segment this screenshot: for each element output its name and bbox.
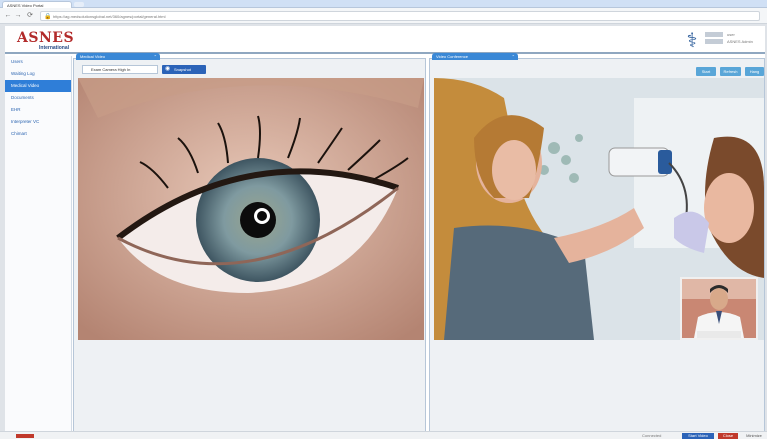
user-avatar-box	[705, 32, 723, 37]
snapshot-button[interactable]: ◉ Snapshot	[162, 65, 206, 74]
sidebar: Users Waiting Log Medical Video Documents EH…	[5, 56, 72, 434]
sidebar-item-waiting-log[interactable]: Waiting Log	[5, 68, 71, 80]
tab-label: Video Conference	[436, 54, 468, 59]
connection-status: Connected	[642, 433, 662, 438]
conference-start-button[interactable]: Start	[696, 67, 716, 76]
eye-exam-image	[78, 78, 424, 340]
doctor-illustration	[682, 279, 756, 338]
back-icon[interactable]: ←	[4, 12, 12, 20]
start-video-button[interactable]: Start Video	[682, 433, 714, 439]
forward-icon[interactable]: →	[14, 12, 22, 20]
conference-toolbar: Start Refresh Hang	[696, 67, 764, 76]
video-conference-feed	[434, 78, 764, 340]
browser-titlebar: ASNES Video Portal	[0, 0, 767, 8]
lock-icon: 🔒	[44, 14, 52, 20]
medical-video-panel: Medical Video ⌃ Exam Camera High In ◉ Sn…	[73, 53, 426, 432]
caduceus-icon: ⚕	[686, 30, 698, 52]
conference-hang-button[interactable]: Hang	[745, 67, 764, 76]
browser-tab[interactable]: ASNES Video Portal	[2, 1, 72, 8]
new-tab-button[interactable]	[74, 2, 84, 7]
camera-select[interactable]: Exam Camera High In	[82, 65, 158, 74]
minimize-button[interactable]: Minimize	[742, 433, 766, 439]
chevron-up-icon[interactable]: ⌃	[512, 53, 515, 60]
self-view-pip[interactable]	[680, 277, 758, 340]
close-button[interactable]: Close	[718, 433, 738, 439]
snapshot-label: Snapshot	[174, 67, 191, 72]
url-text: https://ag.medsolutionsglobal.net/360/ag…	[53, 14, 166, 19]
reload-icon[interactable]: ⟳	[26, 12, 34, 20]
chevron-up-icon[interactable]: ⌃	[154, 53, 157, 60]
tab-medical-video[interactable]: Medical Video ⌃	[76, 53, 160, 60]
user-role-box	[705, 39, 723, 44]
tab-label: Medical Video	[80, 54, 106, 59]
user-role: ASNES Admin	[727, 39, 753, 44]
sidebar-item-chimart[interactable]: Chimart	[5, 128, 71, 140]
address-bar[interactable]: 🔒 https://ag.medsolutionsglobal.net/360/…	[40, 11, 760, 21]
status-bar: Connected Start Video Close Minimize	[0, 431, 767, 439]
browser-toolbar: ← → ⟳ 🔒 https://ag.medsolutionsglobal.ne…	[0, 8, 767, 24]
brand-mark	[16, 434, 34, 438]
sidebar-item-users[interactable]: Users	[5, 56, 71, 68]
eye-illustration	[78, 78, 424, 340]
tab-video-conference[interactable]: Video Conference ⌃	[432, 53, 518, 60]
user-name[interactable]: user	[727, 32, 735, 37]
camera-icon: ◉	[165, 66, 171, 72]
logo-text: ASNES	[17, 30, 75, 46]
sidebar-item-documents[interactable]: Documents	[5, 92, 71, 104]
app-header: ASNES International ⚕ user ASNES Admin	[5, 26, 765, 54]
sidebar-item-medical-video[interactable]: Medical Video	[5, 80, 71, 92]
video-conference-panel: Video Conference ⌃ Start Refresh Hang	[429, 53, 765, 432]
sidebar-item-ehr[interactable]: EHR	[5, 104, 71, 116]
sidebar-item-interpreter-vc[interactable]: Interpreter VC	[5, 116, 71, 128]
conference-refresh-button[interactable]: Refresh	[720, 67, 741, 76]
asnes-logo: ASNES International	[17, 31, 107, 51]
app-window: ASNES International ⚕ user ASNES Admin U…	[5, 26, 765, 434]
